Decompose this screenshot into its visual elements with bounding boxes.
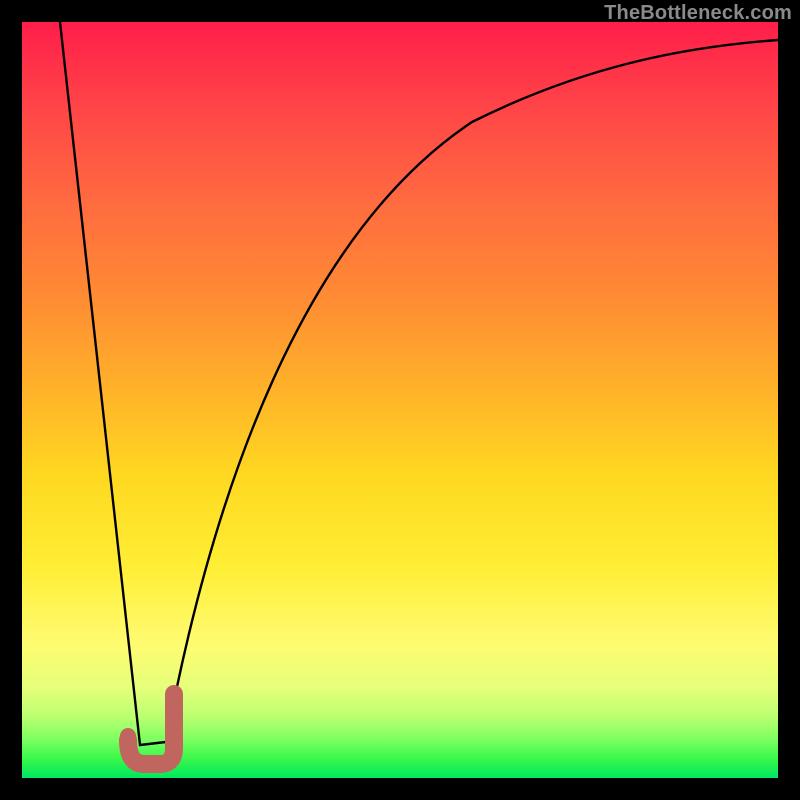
plot-area	[22, 22, 778, 778]
curve-layer	[22, 22, 778, 778]
bottleneck-curve	[60, 22, 778, 745]
min-marker-dot-icon	[120, 728, 136, 744]
chart-frame: TheBottleneck.com	[0, 0, 800, 800]
